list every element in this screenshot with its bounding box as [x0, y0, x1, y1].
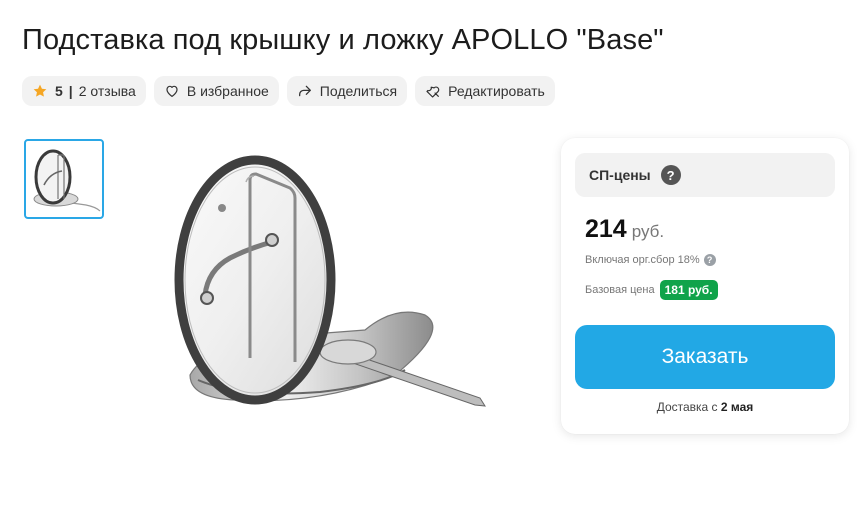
delivery-prefix: Доставка с [656, 400, 721, 414]
page-title: Подставка под крышку и ложку APOLLO "Bas… [22, 24, 664, 56]
price-currency: руб. [631, 222, 665, 241]
wrench-icon [425, 83, 441, 99]
share-button[interactable]: Поделиться [286, 76, 408, 106]
star-icon [32, 83, 48, 99]
product-image [150, 130, 540, 430]
question-icon[interactable]: ? [660, 165, 681, 185]
share-label: Поделиться [319, 83, 398, 99]
edit-label: Редактировать [448, 83, 545, 99]
order-button[interactable]: Заказать [575, 325, 835, 389]
favorite-label: В избранное [186, 83, 269, 99]
rating-separator: | [68, 83, 73, 99]
base-price: Базовая цена 181 руб. [585, 280, 718, 300]
question-icon[interactable]: ? [703, 254, 716, 266]
price-value: 214 [585, 215, 627, 243]
price-card: СП-цены ? 214 руб. Включая орг.сбор 18% … [561, 138, 849, 434]
sp-prices-header[interactable]: СП-цены ? [575, 153, 835, 197]
edit-button[interactable]: Редактировать [415, 76, 555, 106]
share-arrow-icon [297, 83, 313, 99]
sp-prices-label: СП-цены [589, 167, 651, 183]
delivery-date: 2 мая [720, 400, 754, 414]
delivery-info: Доставка с 2 мая [561, 400, 849, 414]
rating-value: 5 [55, 83, 63, 99]
heart-icon [164, 83, 180, 99]
price: 214 руб. [585, 215, 664, 244]
base-price-label: Базовая цена [585, 284, 655, 296]
product-actions: 5 | 2 отзыва В избранное Поделиться Реда… [22, 76, 555, 106]
rating-chip[interactable]: 5 | 2 отзыва [22, 76, 146, 106]
org-fee-note: Включая орг.сбор 18% ? [585, 254, 716, 266]
product-thumbnail[interactable] [24, 139, 104, 219]
base-price-badge: 181 руб. [659, 280, 718, 300]
favorite-button[interactable]: В избранное [153, 76, 279, 106]
org-fee-text: Включая орг.сбор 18% [585, 254, 700, 266]
reviews-link[interactable]: 2 отзыва [79, 83, 136, 99]
